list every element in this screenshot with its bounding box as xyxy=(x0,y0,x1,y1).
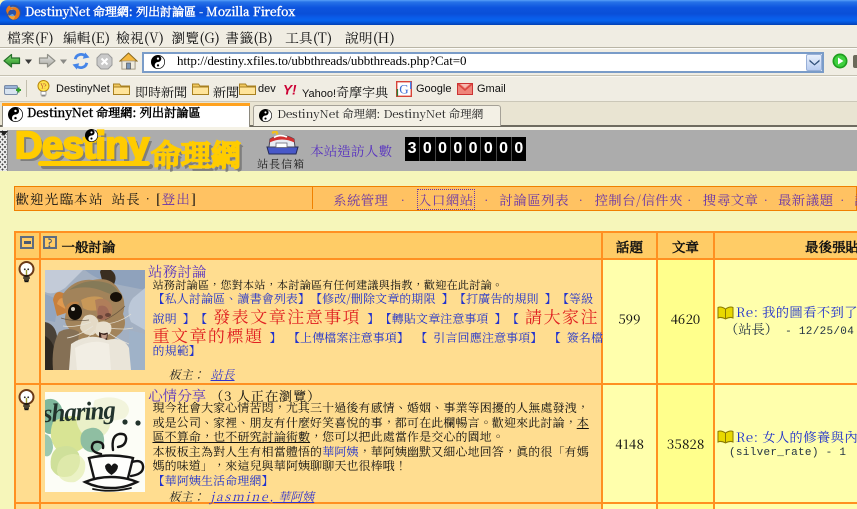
svg-text:Y!: Y! xyxy=(283,83,297,96)
svg-text:sharing: sharing xyxy=(45,395,117,428)
svg-text:G: G xyxy=(399,82,408,97)
svg-text:Y?: Y? xyxy=(40,82,47,91)
